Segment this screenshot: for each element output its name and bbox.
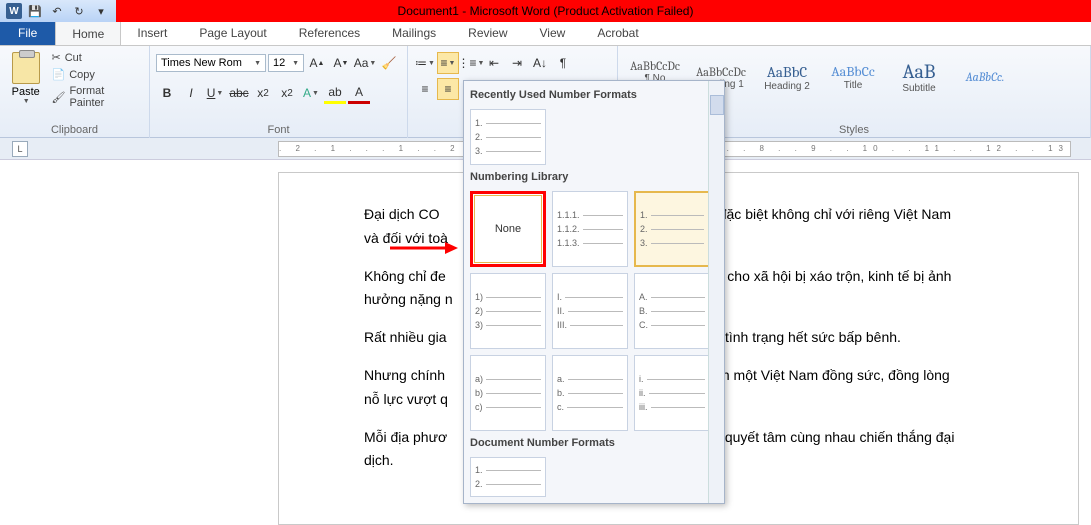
tab-review[interactable]: Review (452, 21, 523, 45)
numbering-dropdown: Recently Used Number Formats 1. 2. 3. Nu… (463, 80, 725, 504)
tab-mailings[interactable]: Mailings (376, 21, 452, 45)
underline-button[interactable]: U▼ (204, 82, 226, 104)
align-center-button[interactable]: ≡ (437, 78, 459, 100)
group-clipboard: Paste ▼ ✂ Cut 📄 Copy 🖌 Format Painter Cl… (0, 46, 150, 138)
style-title[interactable]: AaBbCcTitle (822, 48, 884, 106)
italic-button[interactable]: I (180, 82, 202, 104)
paste-button[interactable]: Paste ▼ (6, 48, 45, 105)
tab-page-layout[interactable]: Page Layout (183, 21, 282, 45)
tab-acrobat[interactable]: Acrobat (581, 21, 654, 45)
bold-button[interactable]: B (156, 82, 178, 104)
tab-selector[interactable]: L (12, 141, 28, 157)
word-icon: W (6, 3, 22, 19)
tab-references[interactable]: References (283, 21, 376, 45)
num-option[interactable]: I. II. III. (552, 273, 628, 349)
tab-insert[interactable]: Insert (121, 21, 183, 45)
sort-button[interactable]: A↓ (529, 52, 551, 74)
clear-formatting-button[interactable]: 🧹 (378, 52, 400, 74)
undo-button[interactable]: ↶ (48, 2, 66, 20)
superscript-button[interactable]: x2 (276, 82, 298, 104)
text-effects-button[interactable]: A▼ (300, 82, 322, 104)
font-name-select[interactable]: Times New Rom▼ (156, 54, 266, 72)
recent-num-option[interactable]: 1. 2. 3. (470, 109, 546, 165)
save-button[interactable]: 💾 (26, 2, 44, 20)
recent-formats-header: Recently Used Number Formats (468, 85, 720, 107)
dropdown-scrollbar[interactable] (708, 81, 724, 503)
ribbon-tabs: File Home Insert Page Layout References … (0, 22, 1091, 46)
scroll-thumb[interactable] (710, 95, 724, 115)
clipboard-group-label: Clipboard (6, 122, 143, 138)
style-more[interactable]: AaBbCc. (954, 48, 1016, 106)
quick-access-toolbar: W 💾 ↶ ↻ ▾ (0, 0, 116, 22)
change-case-button[interactable]: Aa▼ (354, 52, 376, 74)
num-option[interactable]: a. b. c. (552, 355, 628, 431)
font-size-select[interactable]: 12▼ (268, 54, 304, 72)
grow-font-button[interactable]: A▲ (306, 52, 328, 74)
num-option[interactable]: A. B. C. (634, 273, 710, 349)
tab-file[interactable]: File (0, 21, 55, 45)
align-left-button[interactable]: ≡ (414, 78, 436, 100)
show-marks-button[interactable]: ¶ (552, 52, 574, 74)
highlight-button[interactable]: ab (324, 82, 346, 104)
chevron-down-icon: ▼ (23, 98, 30, 105)
bullets-button[interactable]: ≔▼ (414, 52, 436, 74)
num-option-selected[interactable]: 1. 2. 3. (634, 191, 710, 267)
tab-view[interactable]: View (524, 21, 582, 45)
paste-label: Paste (12, 86, 40, 98)
doc-num-option[interactable]: 1. 2. (470, 457, 546, 497)
tab-home[interactable]: Home (55, 21, 121, 45)
copy-button[interactable]: 📄 Copy (49, 67, 143, 82)
numbering-button[interactable]: ≡▼ (437, 52, 459, 74)
document-formats-header: Document Number Formats (468, 433, 720, 455)
strikethrough-button[interactable]: abc (228, 82, 250, 104)
numbering-library-header: Numbering Library (468, 167, 720, 189)
window-title: Document1 - Microsoft Word (Product Acti… (398, 4, 694, 18)
style-heading2[interactable]: AaBbCHeading 2 (756, 48, 818, 106)
num-option[interactable]: 1) 2) 3) (470, 273, 546, 349)
num-option[interactable]: 1.1.1. 1.1.2. 1.1.3. (552, 191, 628, 267)
num-option-none[interactable]: None (470, 191, 546, 267)
decrease-indent-button[interactable]: ⇤ (483, 52, 505, 74)
redo-button[interactable]: ↻ (70, 2, 88, 20)
font-color-button[interactable]: A (348, 82, 370, 104)
style-subtitle[interactable]: AaBSubtitle (888, 48, 950, 106)
increase-indent-button[interactable]: ⇥ (506, 52, 528, 74)
annotation-arrow (390, 238, 460, 258)
format-painter-button[interactable]: 🖌 Format Painter (49, 84, 143, 110)
shrink-font-button[interactable]: A▼ (330, 52, 352, 74)
multilevel-button[interactable]: ⋮≡▼ (460, 52, 482, 74)
qat-customize[interactable]: ▾ (92, 2, 110, 20)
num-option[interactable]: i. ii. iii. (634, 355, 710, 431)
title-bar: W 💾 ↶ ↻ ▾ Document1 - Microsoft Word (Pr… (0, 0, 1091, 22)
font-group-label: Font (156, 122, 401, 138)
num-option[interactable]: a) b) c) (470, 355, 546, 431)
subscript-button[interactable]: x2 (252, 82, 274, 104)
cut-button[interactable]: ✂ Cut (49, 50, 143, 65)
group-font: Times New Rom▼ 12▼ A▲ A▼ Aa▼ 🧹 B I U▼ ab… (150, 46, 408, 138)
paste-icon (12, 52, 40, 84)
